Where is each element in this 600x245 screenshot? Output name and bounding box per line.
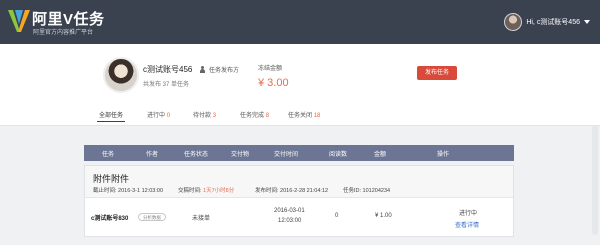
account-name: c测试账号456: [143, 65, 193, 74]
tab-label: 进行中: [147, 113, 166, 119]
column-header: 交付物: [231, 152, 250, 158]
scrollbar[interactable]: [592, 125, 598, 235]
avatar: [504, 13, 523, 31]
delivery-date: 2016-03-01: [274, 208, 305, 214]
brand-subtitle: 阿里官方内容推广平台: [33, 30, 94, 36]
tab-closed[interactable]: 任务关闭 18: [288, 110, 320, 119]
profile-avatar: [103, 57, 139, 93]
tab-label: 待付款: [193, 113, 212, 119]
role-label: 任务发布方: [209, 68, 240, 74]
publish-task-button[interactable]: 发布任务: [417, 66, 457, 80]
active-tab-indicator: [97, 121, 125, 122]
task-title: 附件附件: [93, 174, 130, 184]
column-header: 阅读数: [329, 152, 348, 158]
brand-logo[interactable]: 阿里V任务 阿里官方内容推广平台: [6, 6, 116, 38]
top-navbar: 阿里V任务 阿里官方内容推广平台 Hi, c测试账号456: [0, 0, 600, 44]
tab-label: 任务完成: [240, 113, 265, 119]
delivery-countdown: 交稿时间: 1天7小时8分: [178, 186, 234, 194]
delivery-countdown-label: 交稿时间:: [178, 188, 202, 194]
delivery-countdown-value: 1天7小时8分: [203, 188, 235, 194]
read-count: 0: [335, 213, 339, 219]
column-header: 任务状态: [184, 152, 209, 158]
delivery-clock: 12:03:00: [278, 218, 302, 224]
tab-count: 18: [313, 113, 321, 119]
column-header: 交付时间: [274, 152, 299, 158]
tab-count: 3: [212, 113, 217, 119]
user-greeting: Hi, c测试账号456: [526, 19, 580, 26]
task-status: 未接单: [192, 216, 211, 222]
author-account: c测试账号830: [91, 216, 129, 222]
published-count: 共发布 37 单任务: [143, 82, 190, 88]
deadline: 截止时间: 2016-3-1 12:03:00: [93, 188, 164, 194]
task-id: 任务ID: 101204234: [343, 188, 391, 194]
v-logo-icon: [8, 10, 30, 32]
table-header: 任务 作者 任务状态 交付物 交付时间 阅读数 金额 操作: [84, 145, 514, 161]
person-icon: [199, 66, 206, 73]
column-header: 金额: [374, 152, 387, 158]
column-header: 作者: [146, 152, 159, 158]
column-header: 操作: [437, 152, 450, 158]
tab-completed[interactable]: 任务完成 8: [240, 110, 269, 119]
tab-in-progress[interactable]: 进行中 0: [147, 110, 170, 119]
column-header: 任务: [102, 152, 115, 158]
tab-label: 任务关闭: [288, 113, 313, 119]
frozen-amount-label: 冻结金额: [258, 66, 283, 72]
task-card: 附件附件 截止时间: 2016-3-1 12:03:00 交稿时间: 1天7小时…: [84, 165, 514, 237]
tab-pending-payment[interactable]: 待付款 3: [193, 110, 216, 119]
action-status: 进行中: [459, 211, 478, 217]
tab-all[interactable]: 全部任务: [99, 110, 123, 119]
role-badge: 任务发布方: [199, 65, 239, 74]
user-menu[interactable]: Hi, c测试账号456: [504, 12, 590, 32]
tab-label: 全部任务: [99, 113, 124, 119]
amount: ¥ 1.00: [375, 213, 392, 219]
tab-count: 0: [166, 113, 171, 119]
data-tag: 分析数据: [138, 213, 166, 221]
task-tabs: 全部任务 进行中 0 待付款 3 任务完成 8 任务关闭 18: [0, 109, 600, 125]
brand-title: 阿里V任务: [32, 11, 105, 28]
chevron-down-icon: [584, 20, 590, 24]
task-card-header: 附件附件 截止时间: 2016-3-1 12:03:00 交稿时间: 1天7小时…: [85, 166, 513, 198]
frozen-amount-value: ¥ 3.00: [258, 77, 289, 89]
view-details-link[interactable]: 查看详情: [455, 220, 479, 229]
tab-count: 8: [265, 113, 270, 119]
publish-time: 发布时间: 2016-2-28 21:04:12: [255, 188, 329, 194]
